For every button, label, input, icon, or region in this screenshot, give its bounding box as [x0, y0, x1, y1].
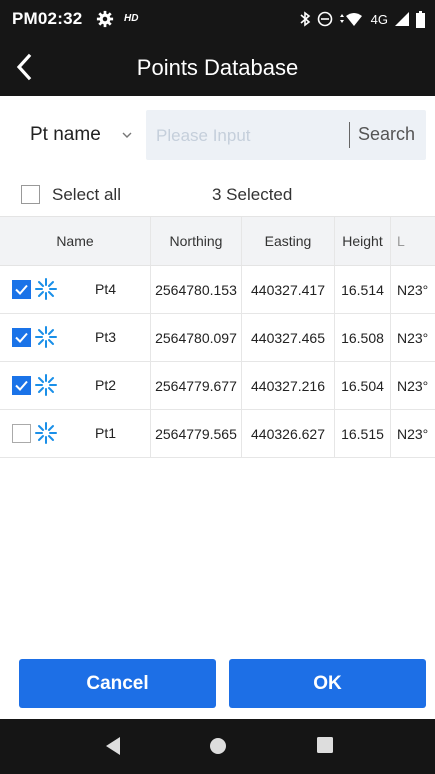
table-row[interactable]: Pt1 2564779.565 440326.627 16.515 N23°: [0, 410, 435, 458]
latitude-cell: N23°: [397, 425, 429, 442]
northing-cell: 2564779.677: [151, 362, 242, 409]
ok-button[interactable]: OK: [229, 659, 426, 708]
nav-back-icon[interactable]: [104, 736, 122, 756]
table-row[interactable]: Pt3 2564780.097 440327.465 16.508 N23°: [0, 314, 435, 362]
status-bar: PM02:32 HD 4G: [0, 0, 435, 38]
select-all-checkbox[interactable]: [21, 185, 40, 204]
search-button[interactable]: Search: [358, 124, 415, 145]
select-all-label[interactable]: Select all: [52, 185, 121, 205]
system-nav-bar: [0, 719, 435, 774]
row-checkbox[interactable]: [12, 376, 31, 395]
hd-badge: HD: [124, 13, 139, 24]
do-not-disturb-icon: [317, 11, 332, 27]
row-checkbox[interactable]: [12, 424, 31, 443]
status-icons: 4G: [299, 8, 425, 30]
easting-cell: 440327.216: [242, 362, 335, 409]
search-box: Search: [146, 110, 426, 162]
cancel-button[interactable]: Cancel: [19, 659, 216, 708]
point-name: Pt4: [95, 281, 117, 297]
height-cell: 16.514: [335, 266, 391, 313]
gear-icon: [96, 10, 114, 28]
latitude-cell: N23°: [397, 329, 429, 346]
height-cell: 16.504: [335, 362, 391, 409]
field-selector-label: Pt name: [30, 124, 101, 145]
title-bar: Points Database: [0, 38, 435, 96]
northing-cell: 2564779.565: [151, 410, 242, 457]
column-header-latitude[interactable]: L: [391, 217, 435, 265]
name-cell: Pt1: [0, 410, 151, 457]
point-icon: [35, 422, 57, 444]
table-row[interactable]: Pt2 2564779.677 440327.216 16.504 N23°: [0, 362, 435, 410]
bluetooth-icon: [300, 11, 310, 27]
nav-home-icon[interactable]: [208, 736, 228, 756]
checkmark-icon: [15, 332, 28, 343]
name-cell: Pt3: [0, 314, 151, 361]
northing-cell: 2564780.097: [151, 314, 242, 361]
column-header-northing[interactable]: Northing: [151, 217, 242, 265]
height-cell: 16.515: [335, 410, 391, 457]
height-cell: 16.508: [335, 314, 391, 361]
search-row: Pt name Search: [0, 96, 435, 176]
latitude-cell: N23°: [397, 377, 429, 394]
column-header-height[interactable]: Height: [335, 217, 391, 265]
column-header-easting[interactable]: Easting: [242, 217, 335, 265]
point-name: Pt1: [95, 425, 117, 441]
point-icon: [35, 374, 57, 396]
selected-count: 3 Selected: [212, 185, 293, 204]
column-header-name[interactable]: Name: [0, 217, 151, 265]
name-cell: Pt2: [0, 362, 151, 409]
easting-cell: 440326.627: [242, 410, 335, 457]
table-row[interactable]: Pt4 2564780.153 440327.417 16.514 N23°: [0, 266, 435, 314]
point-icon: [35, 278, 57, 300]
chevron-down-icon: [122, 132, 132, 138]
checkmark-icon: [15, 284, 28, 295]
northing-cell: 2564780.153: [151, 266, 242, 313]
easting-cell: 440327.465: [242, 314, 335, 361]
point-name: Pt2: [95, 377, 117, 393]
latitude-cell: N23°: [397, 281, 429, 298]
row-checkbox[interactable]: [12, 328, 31, 347]
field-selector-dropdown[interactable]: Pt name: [16, 110, 141, 160]
row-checkbox[interactable]: [12, 280, 31, 299]
search-input[interactable]: [154, 110, 348, 162]
wifi-icon: [339, 13, 362, 26]
nav-recents-icon[interactable]: [316, 736, 334, 754]
point-icon: [35, 326, 57, 348]
battery-icon: [416, 10, 425, 28]
name-cell: Pt4: [0, 266, 151, 313]
status-time: PM02:32: [12, 9, 83, 28]
page-title: Points Database: [136, 55, 299, 80]
points-table: Name Northing Easting Height L Pt4 25647…: [0, 216, 435, 458]
easting-cell: 440327.417: [242, 266, 335, 313]
selection-row: Select all 3 Selected: [0, 176, 435, 216]
signal-icon: [395, 12, 409, 26]
search-divider: [349, 122, 350, 148]
network-label: 4G: [370, 11, 388, 27]
checkmark-icon: [15, 380, 28, 391]
table-header: Name Northing Easting Height L: [0, 216, 435, 266]
point-name: Pt3: [95, 329, 117, 345]
